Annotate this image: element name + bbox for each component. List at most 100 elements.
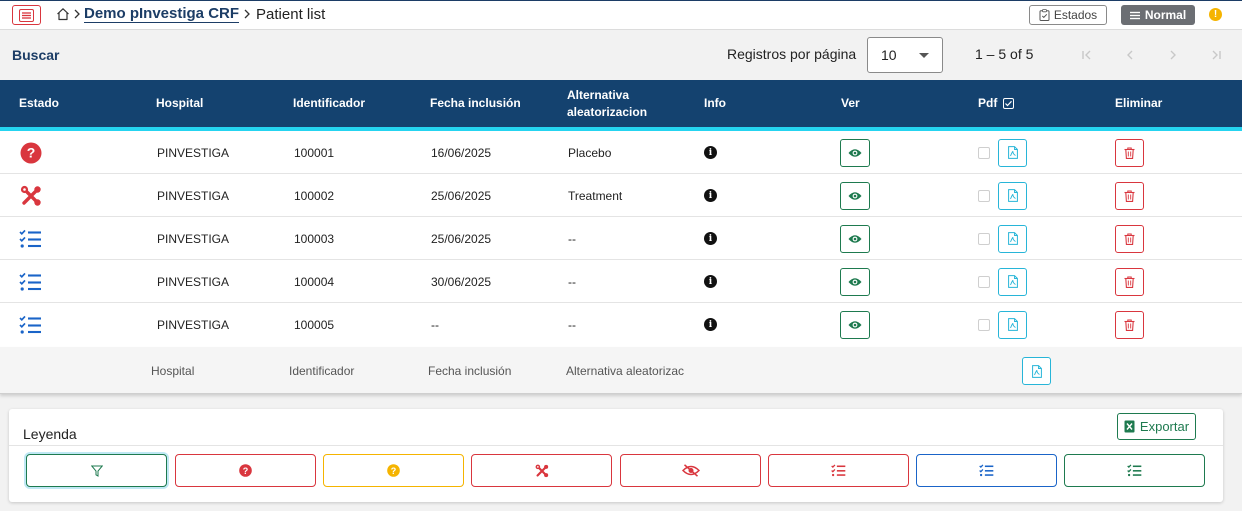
delete-button[interactable]	[1115, 267, 1144, 296]
legend-checklist-red-button[interactable]	[768, 454, 909, 487]
legend-hidden-button[interactable]	[620, 454, 761, 487]
view-button[interactable]	[840, 310, 870, 339]
view-button[interactable]	[840, 138, 870, 167]
row-status[interactable]: ?	[20, 131, 42, 174]
export-button[interactable]: Exportar	[1117, 413, 1196, 440]
previous-page-button[interactable]	[1120, 45, 1140, 65]
estados-button[interactable]: Estados	[1029, 5, 1107, 25]
svg-text:?: ?	[243, 466, 249, 476]
pdf-checkbox[interactable]	[978, 318, 990, 331]
chevron-right-icon	[243, 8, 251, 20]
legend-question-yellow-button[interactable]: ?	[323, 454, 464, 487]
estados-label: Estados	[1053, 8, 1098, 22]
info-icon[interactable]: i	[704, 146, 717, 159]
view-button[interactable]	[840, 267, 870, 296]
pdf-all-button[interactable]	[1022, 357, 1051, 385]
delete-button[interactable]	[1115, 181, 1144, 210]
eye-icon	[848, 320, 862, 330]
footer-alternativa: Alternativa aleatorizac	[566, 364, 685, 378]
legend-question-red-button[interactable]: ?	[175, 454, 316, 487]
bars-icon	[1129, 11, 1140, 20]
export-label: Exportar	[1139, 419, 1190, 434]
legend-checklist-blue-button[interactable]	[916, 454, 1057, 487]
last-page-button[interactable]	[1206, 45, 1226, 65]
info-icon[interactable]: i	[704, 318, 717, 331]
mode-label: Normal	[1144, 8, 1187, 22]
cell-ver	[840, 303, 870, 346]
trash-icon	[1124, 233, 1135, 245]
pdf-checkbox[interactable]	[978, 275, 990, 288]
pdf-checkbox[interactable]	[978, 189, 990, 202]
cell-ver	[840, 260, 870, 303]
file-pdf-icon	[1007, 146, 1018, 159]
rows-per-page-select[interactable]: 10	[867, 37, 943, 73]
cell-info: i	[704, 174, 717, 217]
pdf-button[interactable]	[998, 138, 1027, 167]
menu-button[interactable]	[12, 5, 41, 25]
table-row: PINVESTIGA 100003 25/06/2025 -- i	[0, 217, 1242, 260]
row-status[interactable]	[19, 303, 42, 346]
file-pdf-icon	[1007, 275, 1018, 288]
cell-alternativa: --	[568, 317, 576, 332]
legend-panel: Leyenda Exportar ? ?	[9, 409, 1223, 502]
cell-ver	[840, 217, 870, 260]
view-button[interactable]	[840, 224, 870, 253]
eye-slash-icon	[681, 464, 700, 477]
pdf-button[interactable]	[998, 224, 1027, 253]
cell-fecha: 30/06/2025	[431, 274, 492, 289]
footer-identificador: Identificador	[289, 364, 355, 378]
cell-identificador: 100002	[294, 188, 335, 203]
column-header-alternativa[interactable]: Alternativa aleatorizacion	[567, 80, 667, 127]
pdf-checkbox[interactable]	[978, 146, 990, 159]
list-menu-icon	[19, 8, 34, 22]
cell-fecha: 25/06/2025	[431, 231, 492, 246]
cell-pdf	[978, 260, 1027, 303]
delete-button[interactable]	[1115, 138, 1144, 167]
first-page-icon	[1080, 48, 1094, 62]
file-pdf-icon	[1031, 364, 1042, 378]
column-header-estado[interactable]: Estado	[19, 80, 59, 127]
legend-divider	[9, 445, 1223, 446]
pdf-button[interactable]	[998, 267, 1027, 296]
table-header: Estado Hospital Identificador Fecha incl…	[0, 80, 1242, 127]
column-header-identificador[interactable]: Identificador	[293, 80, 365, 127]
clipboard-check-icon	[1039, 9, 1050, 21]
pdf-button[interactable]	[998, 181, 1027, 210]
rows-per-page-label: Registros por página	[727, 46, 857, 62]
breadcrumb-project-link[interactable]: Demo pInvestiga CRF	[84, 5, 240, 23]
legend-tools-button[interactable]	[471, 454, 612, 487]
check-square-icon[interactable]	[1003, 98, 1015, 109]
pdf-checkbox[interactable]	[978, 232, 990, 245]
table-footer: Hospital Identificador Fecha inclusión A…	[0, 347, 1242, 394]
file-excel-icon	[1124, 420, 1135, 433]
info-icon[interactable]: i	[704, 189, 717, 202]
cell-alternativa: Placebo	[568, 145, 612, 160]
delete-button[interactable]	[1115, 310, 1144, 339]
cell-alternativa: --	[568, 231, 576, 246]
column-header-pdf: Pdf	[978, 80, 1015, 127]
cell-info: i	[704, 303, 717, 346]
column-header-eliminar: Eliminar	[1115, 96, 1163, 110]
delete-button[interactable]	[1115, 224, 1144, 253]
column-header-fecha[interactable]: Fecha inclusión	[430, 80, 521, 127]
warning-icon[interactable]: !	[1209, 8, 1222, 21]
row-status[interactable]	[20, 174, 42, 217]
home-icon[interactable]	[56, 7, 70, 21]
info-icon[interactable]: i	[704, 232, 717, 245]
cell-eliminar	[1115, 303, 1144, 346]
view-button[interactable]	[840, 181, 870, 210]
chevron-right-icon	[73, 8, 81, 20]
first-page-button[interactable]	[1077, 45, 1097, 65]
next-page-button[interactable]	[1163, 45, 1183, 65]
column-header-hospital[interactable]: Hospital	[156, 80, 203, 127]
mode-normal-button[interactable]: Normal	[1121, 5, 1195, 25]
pdf-button[interactable]	[998, 310, 1027, 339]
row-status[interactable]	[19, 217, 42, 260]
legend-checklist-green-button[interactable]	[1064, 454, 1205, 487]
row-status[interactable]	[19, 260, 42, 303]
question-circle-icon: ?	[239, 464, 252, 477]
legend-filter-all-button[interactable]	[26, 454, 167, 487]
table-row: PINVESTIGA 100002 25/06/2025 Treatment i	[0, 174, 1242, 217]
info-icon[interactable]: i	[704, 275, 717, 288]
buscar-button[interactable]: Buscar	[12, 47, 59, 63]
